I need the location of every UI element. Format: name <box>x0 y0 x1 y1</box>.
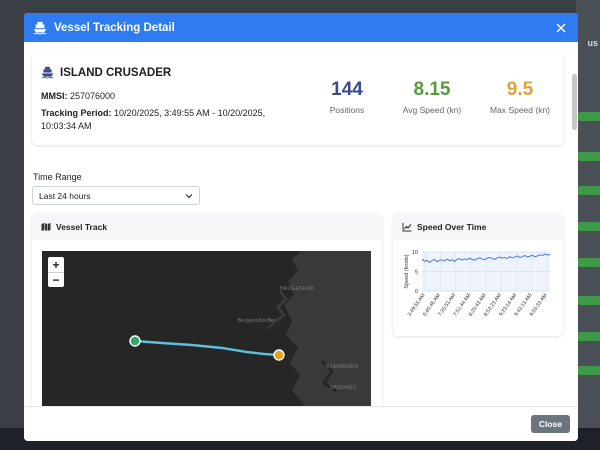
modal-footer: Close <box>24 406 578 441</box>
modal-body: ISLAND CRUSADER MMSI: 257076000 Tracking… <box>24 42 578 406</box>
mmsi-value: 257076000 <box>70 91 116 101</box>
tracking-period-label: Tracking Period: <box>41 108 112 118</box>
vessel-track-map[interactable]: + − HAUGESUND Bergensfjorden STAVANGER S… <box>42 251 371 406</box>
vessel-detail-modal: Vessel Tracking Detail ISLAND CRUSADER M… <box>24 13 578 441</box>
background-table-edge: us <box>576 0 600 450</box>
background-status-tag <box>578 112 600 121</box>
speed-chart: 05103:49:55 AM6:45:46 AM7:20:53 AM7:51:4… <box>404 250 551 318</box>
vessel-info-card: ISLAND CRUSADER MMSI: 257076000 Tracking… <box>32 51 563 145</box>
y-tick-label: 10 <box>412 250 418 256</box>
time-range-select[interactable]: Last 24 hours <box>32 186 200 205</box>
stat-avg-speed-label: Avg Speed (kn) <box>402 105 462 115</box>
vessel-name-text: ISLAND CRUSADER <box>60 66 172 79</box>
modal-title: Vessel Tracking Detail <box>54 21 175 34</box>
ship-icon <box>33 21 47 35</box>
vessel-track-overlay <box>129 335 285 361</box>
track-start-marker[interactable] <box>129 335 141 347</box>
speed-over-time-title: Speed Over Time <box>417 221 487 232</box>
background-header <box>0 0 600 12</box>
y-axis-label: Speed (knots) <box>404 254 410 288</box>
stat-avg-speed-value: 8.15 <box>413 79 451 100</box>
map-icon <box>41 222 51 231</box>
background-status-tag <box>578 152 600 161</box>
stat-max-speed-label: Max Speed (kn) <box>490 105 550 115</box>
y-tick-label: 5 <box>415 270 418 276</box>
modal-header: Vessel Tracking Detail <box>24 13 578 42</box>
vessel-track-line <box>134 339 280 357</box>
y-tick-label: 0 <box>415 289 418 295</box>
background-status-tag <box>578 258 600 267</box>
tracking-period: Tracking Period: 10/20/2025, 3:49:55 AM … <box>41 107 291 132</box>
background-status-tag <box>578 222 600 231</box>
modal-scrollbar[interactable] <box>572 74 577 130</box>
mmsi-label: MMSI: <box>41 91 68 101</box>
background-status-tag <box>578 332 600 341</box>
close-button[interactable]: Close <box>530 415 570 433</box>
stat-positions-value: 144 <box>331 79 363 100</box>
background-status-tag <box>578 296 600 305</box>
line-chart-icon <box>402 222 412 231</box>
vessel-track-title: Vessel Track <box>56 221 108 232</box>
background-status-tag <box>578 186 600 195</box>
close-icon[interactable] <box>554 21 568 35</box>
stat-positions-label: Positions <box>329 105 365 115</box>
ship-icon <box>41 66 54 79</box>
stat-max-speed-value: 9.5 <box>506 79 534 100</box>
stat-positions: 144 Positions <box>312 79 382 115</box>
background-column-header: us <box>587 38 598 48</box>
vessel-track-card: Vessel Track + − HAUGESUND Bergensfjorde… <box>32 213 382 406</box>
chevron-down-icon <box>185 193 193 198</box>
vessel-name: ISLAND CRUSADER <box>41 66 171 79</box>
time-range-label: Time Range <box>33 172 82 182</box>
speed-over-time-card: Speed Over Time 0 5 10 3:49:55 AM 6:45:46 AM… <box>393 213 563 336</box>
vessel-track-header: Vessel Track <box>32 213 382 240</box>
stat-avg-speed: 8.15 Avg Speed (kn) <box>392 79 472 115</box>
speed-over-time-header: Speed Over Time <box>393 213 563 240</box>
time-range-selected: Last 24 hours <box>39 190 91 201</box>
background-status-tag <box>578 366 600 375</box>
stat-max-speed: 9.5 Max Speed (kn) <box>480 79 560 115</box>
track-end-marker[interactable] <box>273 349 285 361</box>
vessel-mmsi: MMSI: 257076000 <box>41 91 115 101</box>
